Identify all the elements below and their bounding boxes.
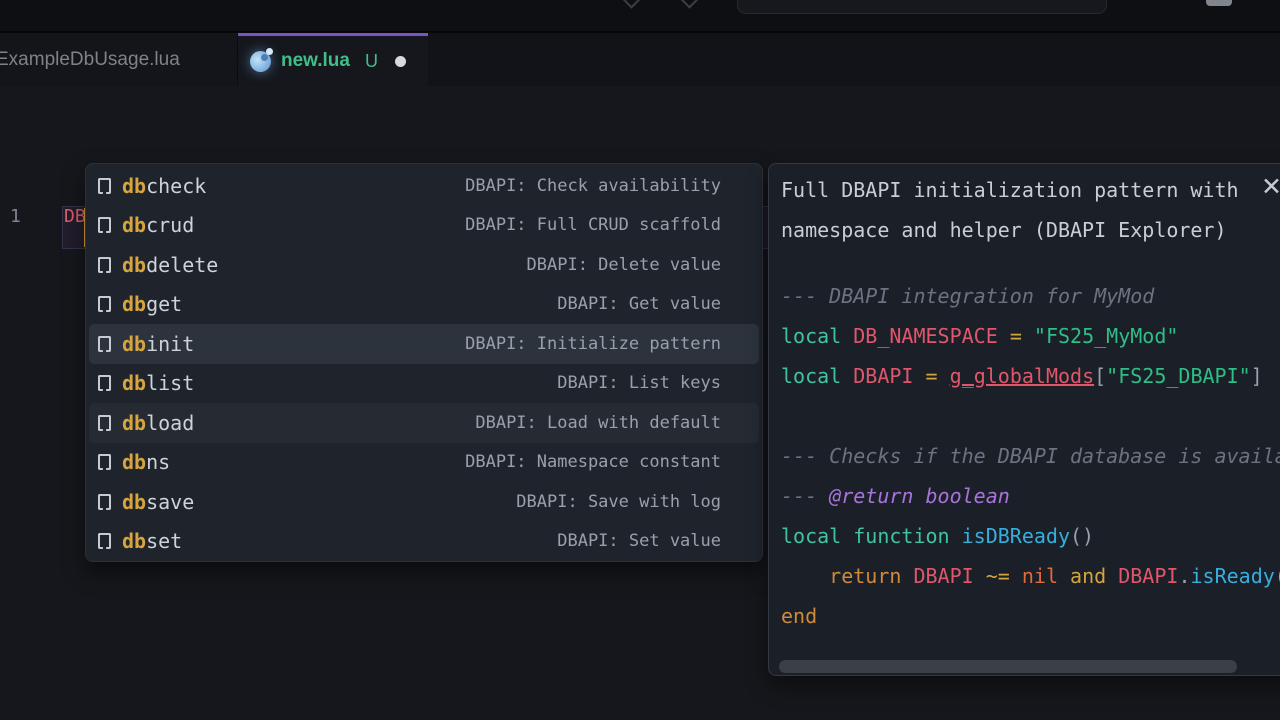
editor-line-text[interactable]: DB xyxy=(64,206,86,249)
snippet-icon xyxy=(98,178,111,194)
snippet-icon xyxy=(98,296,111,312)
suggestion-item[interactable]: dbget DBAPI: Get value xyxy=(89,285,759,325)
snippet-icon xyxy=(98,375,111,391)
line-number: 1 xyxy=(10,206,21,249)
docs-body: Full DBAPI initialization pattern withna… xyxy=(769,164,1280,636)
titlebar-button[interactable] xyxy=(1206,0,1232,6)
title-bar xyxy=(0,0,1280,33)
suggestion-label: dbinit xyxy=(122,332,194,356)
suggestion-detail: DBAPI: Set value xyxy=(557,531,721,551)
docs-code-line: --- Checks if the DBAPI database is avai… xyxy=(781,436,1280,476)
docs-description-line: Full DBAPI initialization pattern with xyxy=(781,170,1280,210)
git-status-badge: U xyxy=(365,51,378,72)
docs-code-block: --- DBAPI integration for MyModlocal DB_… xyxy=(781,276,1280,636)
suggestion-detail: DBAPI: Get value xyxy=(557,294,721,314)
suggestion-label: dbcheck xyxy=(122,174,206,198)
suggestion-detail: DBAPI: Namespace constant xyxy=(465,452,721,472)
docs-code-line: end xyxy=(781,596,1280,636)
snippet-icon xyxy=(98,217,111,233)
docs-code-line: --- DBAPI integration for MyMod xyxy=(781,276,1280,316)
suggestion-label: dbsave xyxy=(122,490,194,514)
suggestion-label: dblist xyxy=(122,371,194,395)
snippet-icon xyxy=(98,454,111,470)
docs-code-line: --- @return boolean xyxy=(781,476,1280,516)
suggestion-detail: DBAPI: List keys xyxy=(557,373,721,393)
suggestion-item[interactable]: dbcrud DBAPI: Full CRUD scaffold xyxy=(89,206,759,246)
suggestion-label: dbset xyxy=(122,529,182,553)
tab-bar: ExampleDbUsage.lua new.lua U xyxy=(0,33,1280,86)
suggestion-label: dbdelete xyxy=(122,253,218,277)
nav-back-icon[interactable] xyxy=(622,0,640,9)
modified-indicator-icon[interactable] xyxy=(395,56,406,67)
suggestion-item[interactable]: dbdelete DBAPI: Delete value xyxy=(89,245,759,285)
nav-forward-icon[interactable] xyxy=(680,0,698,9)
tab-exampledbusage[interactable]: ExampleDbUsage.lua xyxy=(0,33,238,86)
docs-horizontal-scrollbar[interactable] xyxy=(779,660,1237,673)
lua-file-icon xyxy=(250,51,271,72)
suggestion-item[interactable]: dbcheck DBAPI: Check availability xyxy=(89,166,759,206)
command-center[interactable] xyxy=(737,0,1107,14)
docs-code-line: local function isDBReady() xyxy=(781,516,1280,556)
suggestion-detail: DBAPI: Delete value xyxy=(527,255,721,275)
close-icon[interactable]: ✕ xyxy=(1261,174,1280,199)
suggestion-detail: DBAPI: Full CRUD scaffold xyxy=(465,215,721,235)
suggestion-item[interactable]: dbinit DBAPI: Initialize pattern xyxy=(89,324,759,364)
snippet-icon xyxy=(98,415,111,431)
docs-code-line: return DBAPI ~= nil and DBAPI.isReady( xyxy=(781,556,1280,596)
suggestion-item[interactable]: dbset DBAPI: Set value xyxy=(89,522,759,562)
suggestion-item[interactable]: dblist DBAPI: List keys xyxy=(89,364,759,404)
tab-label: ExampleDbUsage.lua xyxy=(0,49,180,71)
snippet-icon xyxy=(98,494,111,510)
tab-newlua[interactable]: new.lua U xyxy=(238,33,428,86)
suggestion-item[interactable]: dbsave DBAPI: Save with log xyxy=(89,482,759,522)
snippet-icon xyxy=(98,336,111,352)
suggestion-item[interactable]: dbload DBAPI: Load with default xyxy=(89,403,759,443)
docs-description-line: namespace and helper (DBAPI Explorer) xyxy=(781,210,1280,250)
snippet-icon xyxy=(98,257,111,273)
suggestion-detail: DBAPI: Check availability xyxy=(465,176,721,196)
docs-code-line: local DB_NAMESPACE = "FS25_MyMod" xyxy=(781,316,1280,356)
docs-code-line: local DBAPI = g_globalMods["FS25_DBAPI"] xyxy=(781,356,1280,396)
docs-code-line xyxy=(781,396,1280,436)
snippet-icon xyxy=(98,533,111,549)
suggestion-item[interactable]: dbns DBAPI: Namespace constant xyxy=(89,443,759,483)
suggestion-detail: DBAPI: Initialize pattern xyxy=(465,334,721,354)
suggestion-label: dbns xyxy=(122,450,170,474)
suggestion-label: dbcrud xyxy=(122,213,194,237)
suggest-docs-panel: ✕ Full DBAPI initialization pattern with… xyxy=(768,163,1280,676)
tab-label: new.lua xyxy=(281,50,350,72)
vscode-window: ExampleDbUsage.lua new.lua U 1 DB dbchec… xyxy=(0,0,1280,720)
suggestion-detail: DBAPI: Load with default xyxy=(475,413,721,433)
suggest-widget: dbcheck DBAPI: Check availability dbcrud… xyxy=(85,163,763,562)
docs-description: Full DBAPI initialization pattern withna… xyxy=(781,170,1280,250)
suggestion-detail: DBAPI: Save with log xyxy=(516,492,721,512)
suggestion-label: dbget xyxy=(122,292,182,316)
suggestion-label: dbload xyxy=(122,411,194,435)
